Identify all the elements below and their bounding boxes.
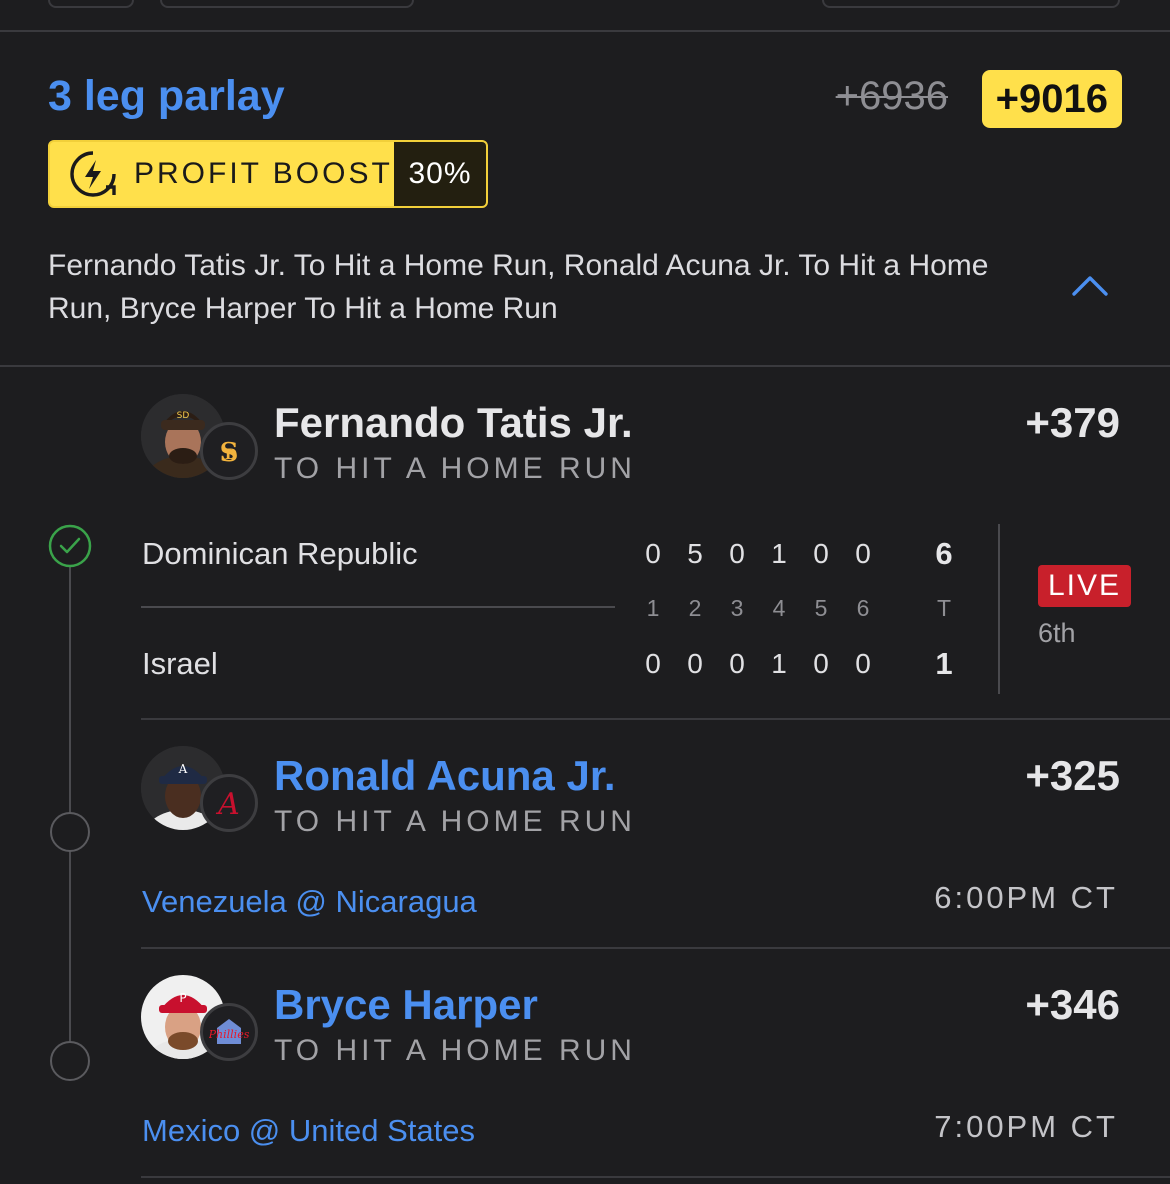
player-name[interactable]: Ronald Acuna Jr.: [274, 752, 616, 800]
leg-odds: +325: [1025, 752, 1120, 799]
total-label: T: [936, 595, 952, 621]
pending-circle-icon: [50, 812, 90, 852]
bet-market: TO HIT A HOME RUN: [274, 805, 636, 838]
game-matchup-link[interactable]: Venezuela @ Nicaragua: [142, 884, 477, 920]
away-total-score: 1: [935, 646, 953, 681]
svg-text:P: P: [179, 991, 186, 1005]
game-time: 7:00PM CT: [934, 1109, 1118, 1144]
section-divider: [0, 30, 1170, 32]
leg-divider: [141, 718, 1170, 720]
svg-text:D: D: [225, 447, 237, 463]
leg-divider: [141, 947, 1170, 949]
svg-text:SD: SD: [177, 411, 190, 421]
svg-text:A: A: [215, 787, 240, 821]
profit-boost-badge: PROFIT BOOST 30%: [48, 140, 488, 208]
leg-divider: [141, 1176, 1170, 1178]
leg-odds: +379: [1025, 399, 1120, 446]
game-time: 6:00PM CT: [934, 880, 1118, 915]
parlay-title[interactable]: 3 leg parlay: [48, 72, 285, 121]
svg-text:Phillies: Phillies: [209, 1028, 249, 1041]
boost-label: PROFIT BOOST: [134, 157, 393, 190]
parlay-description: Fernando Tatis Jr. To Hit a Home Run, Ro…: [48, 249, 989, 325]
lightning-refresh-icon: [70, 151, 116, 197]
padres-logo: S D: [200, 422, 258, 480]
previous-tab-stub: [48, 0, 134, 8]
pending-circle-icon: [50, 1041, 90, 1081]
boost-percentage: 30%: [394, 142, 486, 206]
live-badge: LIVE: [1038, 565, 1132, 607]
previous-button-stub: [160, 0, 414, 8]
previous-button-stub-right: [822, 0, 1120, 8]
check-circle-icon: [48, 524, 92, 568]
home-total-score: 6: [935, 536, 953, 571]
scoreboard-vertical-divider: [998, 524, 1000, 694]
phillies-logo: Phillies: [200, 1003, 258, 1061]
original-odds: +6936: [835, 74, 948, 118]
home-inning-scores: 0 5 0 1 0 0: [645, 538, 871, 569]
player-name[interactable]: Bryce Harper: [274, 981, 538, 1029]
game-period: 6th: [1038, 618, 1076, 648]
bet-market: TO HIT A HOME RUN: [274, 1034, 636, 1067]
leg-odds: +346: [1025, 981, 1120, 1028]
player-name[interactable]: Fernando Tatis Jr.: [274, 399, 633, 447]
team-name-home: Dominican Republic: [142, 536, 418, 571]
game-matchup-link[interactable]: Mexico @ United States: [142, 1113, 475, 1149]
away-inning-scores: 0 0 0 1 0 0: [645, 648, 871, 679]
svg-text:A: A: [178, 762, 188, 776]
section-divider: [0, 365, 1170, 367]
scoreboard-divider: [141, 606, 615, 608]
chevron-up-icon[interactable]: [1070, 272, 1110, 300]
braves-logo: A: [200, 774, 258, 832]
bet-market: TO HIT A HOME RUN: [274, 452, 636, 485]
boosted-odds: +9016: [981, 70, 1122, 128]
team-name-away: Israel: [142, 646, 218, 681]
inning-numbers: 1 2 3 4 5 6: [646, 595, 870, 621]
